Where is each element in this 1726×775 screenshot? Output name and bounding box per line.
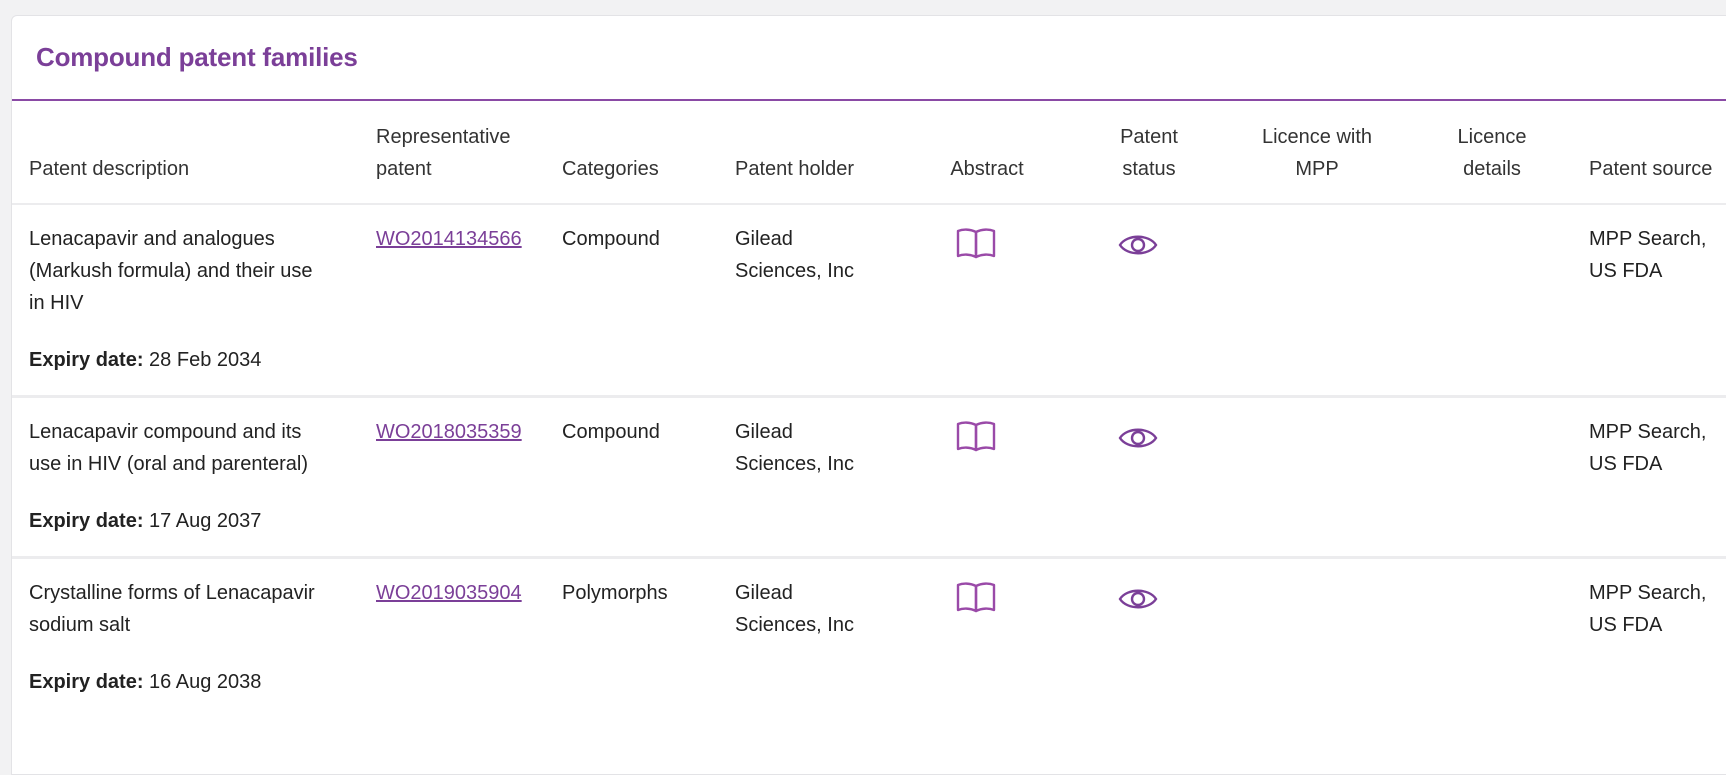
book-icon[interactable] — [955, 418, 997, 452]
column-header-licence-details: Licence details — [1422, 121, 1562, 185]
expiry-label: Expiry date: — [29, 510, 144, 532]
patent-families-panel: Compound patent families Patent descript… — [11, 15, 1726, 775]
category: Compound — [562, 228, 660, 250]
source-line: MPP Search, — [1589, 582, 1707, 604]
description-line: Crystalline forms of Lenacapavir — [29, 582, 315, 604]
header-line: Patent description — [29, 158, 190, 180]
expiry-date: Expiry date: 28 Feb 2034 — [29, 344, 261, 376]
book-icon[interactable] — [955, 579, 997, 613]
column-header-patent-status: Patent status — [1074, 121, 1224, 185]
source-line: MPP Search, — [1589, 421, 1707, 443]
description-line: in HIV — [29, 292, 84, 314]
header-line: patent — [376, 158, 432, 180]
patent-source: MPP Search, US FDA — [1589, 223, 1706, 287]
row-divider — [12, 556, 1726, 559]
header-line: Representative — [376, 126, 511, 148]
header-line: status — [1122, 158, 1176, 180]
column-header-licence-mpp: Licence with MPP — [1232, 121, 1402, 185]
expiry-date: Expiry date: 17 Aug 2037 — [29, 505, 261, 537]
header-line: Abstract — [950, 158, 1024, 180]
patent-source: MPP Search, US FDA — [1589, 416, 1706, 480]
header-line: Licence — [1457, 126, 1527, 148]
header-line: MPP — [1295, 158, 1339, 180]
expiry-label: Expiry date: — [29, 349, 144, 371]
patent-holder: Gilead Sciences, Inc — [735, 577, 854, 641]
patent-link[interactable]: WO2019035904 — [376, 577, 522, 609]
patent-holder: Gilead Sciences, Inc — [735, 223, 854, 287]
expiry-value: 28 Feb 2034 — [149, 349, 262, 371]
category: Polymorphs — [562, 582, 668, 604]
holder-line: Gilead — [735, 228, 793, 250]
header-divider — [12, 203, 1726, 205]
header-line: Patent holder — [735, 158, 854, 180]
table-row-description: Crystalline forms of Lenacapavir sodium … — [29, 577, 315, 641]
patent-source: MPP Search, US FDA — [1589, 577, 1706, 641]
patent-link[interactable]: WO2018035359 — [376, 416, 522, 448]
eye-icon[interactable] — [1117, 582, 1159, 616]
column-header-categories: Categories — [562, 153, 659, 185]
holder-line: Gilead — [735, 421, 793, 443]
holder-line: Sciences, Inc — [735, 614, 854, 636]
header-line: details — [1463, 158, 1521, 180]
expiry-value: 17 Aug 2037 — [149, 510, 262, 532]
table-row-description: Lenacapavir compound and its use in HIV … — [29, 416, 308, 480]
row-divider — [12, 395, 1726, 398]
source-line: MPP Search, — [1589, 228, 1707, 250]
header-line: Patent — [1120, 126, 1178, 148]
holder-line: Sciences, Inc — [735, 260, 854, 282]
column-header-patent-holder: Patent holder — [735, 153, 854, 185]
source-line: US FDA — [1589, 614, 1663, 636]
column-header-patent-source: Patent source — [1589, 153, 1712, 185]
description-line: Lenacapavir and analogues — [29, 228, 275, 250]
eye-icon[interactable] — [1117, 228, 1159, 262]
expiry-value: 16 Aug 2038 — [149, 671, 262, 693]
column-header-description: Patent description — [29, 153, 189, 185]
header-line: Licence with — [1261, 126, 1373, 148]
description-line: (Markush formula) and their use — [29, 260, 313, 282]
category: Compound — [562, 421, 660, 443]
column-header-representative-patent: Representative patent — [376, 121, 511, 185]
table-row-description: Lenacapavir and analogues (Markush formu… — [29, 223, 312, 319]
source-line: US FDA — [1589, 260, 1663, 282]
book-icon[interactable] — [955, 225, 997, 259]
title-divider — [12, 99, 1726, 101]
header-line: Patent source — [1589, 158, 1713, 180]
patent-link[interactable]: WO2014134566 — [376, 223, 522, 255]
description-line: use in HIV (oral and parenteral) — [29, 453, 309, 475]
expiry-label: Expiry date: — [29, 671, 144, 693]
patent-holder: Gilead Sciences, Inc — [735, 416, 854, 480]
section-title: Compound patent families — [36, 42, 358, 72]
expiry-date: Expiry date: 16 Aug 2038 — [29, 666, 261, 698]
column-header-abstract: Abstract — [912, 153, 1062, 185]
holder-line: Sciences, Inc — [735, 453, 854, 475]
header-line: Categories — [562, 158, 659, 180]
source-line: US FDA — [1589, 453, 1663, 475]
description-line: Lenacapavir compound and its — [29, 421, 302, 443]
holder-line: Gilead — [735, 582, 793, 604]
description-line: sodium salt — [29, 614, 131, 636]
eye-icon[interactable] — [1117, 421, 1159, 455]
